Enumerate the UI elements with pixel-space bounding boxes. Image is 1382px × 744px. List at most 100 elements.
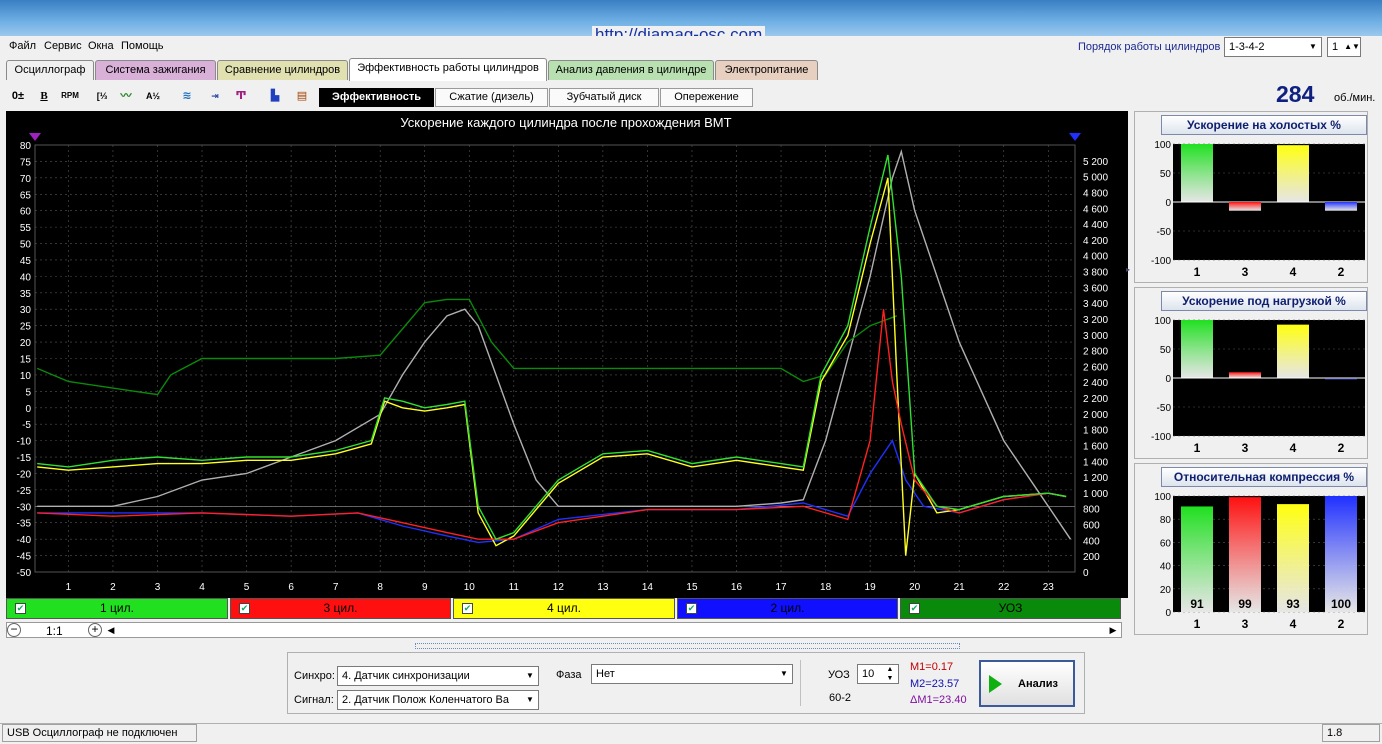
bar-category-label: 2: [1338, 265, 1345, 279]
scale-icon[interactable]: [⅓: [92, 86, 112, 106]
tab-oscilloscope[interactable]: Осциллограф: [6, 60, 94, 80]
acceleration-chart[interactable]: Ускорение каждого цилиндра после прохожд…: [6, 111, 1128, 598]
menu-file[interactable]: Файл: [9, 40, 36, 52]
rpm-icon[interactable]: RPM: [60, 86, 80, 106]
x-tick-label: 5: [244, 582, 250, 593]
tab-ignition[interactable]: Система зажигания: [95, 60, 216, 80]
zoom-in-icon[interactable]: +: [88, 623, 102, 637]
subtab-tooth-disk[interactable]: Зубчатый диск: [549, 88, 659, 107]
analyze-button[interactable]: Анализ: [979, 660, 1075, 707]
subtab-efficiency[interactable]: Эффективность: [319, 88, 434, 107]
y-tick-label: 100: [1154, 140, 1171, 151]
y2-tick-label: 800: [1083, 505, 1100, 516]
bar-cyl-3: [1229, 497, 1261, 612]
tab-pressure-analysis[interactable]: Анализ давления в цилиндре: [548, 60, 714, 80]
wave-icon[interactable]: 〰: [116, 86, 136, 106]
x-tick-label: 18: [820, 582, 832, 593]
bar-cyl-2: [1325, 378, 1357, 380]
y-tick-label: 25: [20, 322, 32, 333]
legend-cyl1[interactable]: ✔ 1 цил.: [6, 598, 228, 619]
x-tick-label: 2: [110, 582, 116, 593]
y-tick-label: -50: [1157, 403, 1172, 414]
firing-order-spinner[interactable]: 1 ▲▼: [1327, 37, 1361, 57]
y-tick-label: 60: [20, 207, 32, 218]
algorithm-icon[interactable]: A½: [143, 86, 163, 106]
menu-help[interactable]: Помощь: [121, 40, 164, 52]
load-acceleration-chart: 100 50 0 -50 -100 1 3 4 2: [1151, 316, 1365, 455]
scroll-left-icon[interactable]: ◀: [104, 623, 118, 637]
analyze-label: Анализ: [1018, 678, 1058, 690]
legend-cyl4[interactable]: ✔ 4 цил.: [453, 598, 675, 619]
y-tick-label: 55: [20, 223, 32, 234]
x-tick-label: 12: [553, 582, 565, 593]
play-icon: [989, 675, 1002, 693]
chart-svg: Ускорение каждого цилиндра после прохожд…: [17, 115, 1109, 593]
legend-uoz[interactable]: ✔ УОЗ: [900, 598, 1121, 619]
counter-icon[interactable]: ⇥: [205, 86, 225, 106]
y-tick-label: -40: [17, 535, 32, 546]
table-icon[interactable]: ▤: [292, 86, 312, 106]
x-tick-label: 23: [1043, 582, 1055, 593]
y-tick-label: 70: [20, 174, 32, 185]
menu-windows[interactable]: Окна: [88, 40, 114, 52]
tab-cylinder-compare[interactable]: Сравнение цилиндров: [217, 60, 348, 80]
y2-tick-label: 2 000: [1083, 410, 1108, 421]
sync-select[interactable]: 4. Датчик синхронизации ▼: [337, 666, 539, 686]
bar-category-label: 1: [1194, 265, 1201, 279]
firing-order-select[interactable]: 1-3-4-2 ▼: [1224, 37, 1322, 57]
zoom-level: 1:1: [46, 624, 63, 638]
bar-cyl-4: [1277, 145, 1309, 202]
bars-icon[interactable]: ▙: [265, 86, 285, 106]
y2-tick-label: 1 800: [1083, 426, 1108, 437]
y2-tick-label: 5 200: [1083, 157, 1108, 168]
legend-label: 4 цил.: [547, 601, 581, 615]
y-tick-label: 15: [20, 355, 32, 366]
zoom-out-icon[interactable]: −: [7, 623, 21, 637]
signal-select[interactable]: 2. Датчик Полож Коленчатого Ва ▼: [337, 690, 539, 710]
spinner-value: 1: [1332, 41, 1339, 53]
tab-cylinder-efficiency[interactable]: Эффективность работы цилиндров: [349, 58, 547, 81]
y-tick-label: -100: [1151, 432, 1171, 443]
compression-chart: 100 80 60 40 20 0 91 1 99 3 93 4 100 2: [1154, 492, 1365, 631]
uoz-spinner[interactable]: 10 ▲ ▼: [857, 664, 899, 684]
menu-service[interactable]: Сервис: [44, 40, 82, 52]
offset-icon[interactable]: 0±: [8, 86, 28, 106]
marker-m1: M1=0.17: [910, 661, 954, 673]
x-tick-label: 16: [731, 582, 743, 593]
subtab-compression[interactable]: Сжатие (дизель): [435, 88, 548, 107]
tab-label: Анализ давления в цилиндре: [555, 64, 707, 76]
sync-label: Синхро:: [294, 670, 335, 682]
bold-icon[interactable]: B: [34, 86, 54, 106]
marker-m2: M2=23.57: [910, 678, 960, 690]
y-tick-label: 0: [1165, 198, 1171, 209]
horizontal-scrollbar[interactable]: [6, 622, 1122, 638]
y-tick-label: 40: [20, 272, 32, 283]
y-tick-label: -30: [17, 502, 32, 513]
splitter-handle[interactable]: ▸: [1126, 265, 1132, 285]
y-tick-label: -5: [22, 420, 31, 431]
subtab-advance[interactable]: Опережение: [660, 88, 753, 107]
bar-cyl-3: [1229, 372, 1261, 378]
y2-tick-label: 4 600: [1083, 204, 1108, 215]
bar-value-label: 93: [1286, 597, 1300, 611]
y-tick-label: 80: [20, 141, 32, 152]
filter-icon[interactable]: ≋: [177, 86, 197, 106]
scroll-right-icon[interactable]: ▶: [1106, 623, 1120, 637]
sync-value: 4. Датчик синхронизации: [342, 670, 470, 682]
marker-icon[interactable]: Ͳ: [231, 86, 251, 106]
y-tick-label: 50: [1160, 345, 1172, 356]
panel-splitter[interactable]: [415, 643, 960, 649]
subtab-label: Зубчатый диск: [566, 91, 642, 103]
y-tick-label: -50: [17, 568, 32, 579]
subtab-label: Опережение: [674, 91, 739, 103]
bar-value-label: 91: [1190, 597, 1204, 611]
status-connection: USB Осциллограф не подключен: [2, 724, 197, 742]
bar-category-label: 4: [1290, 265, 1297, 279]
phase-select[interactable]: Нет ▼: [591, 664, 793, 684]
legend-cyl3[interactable]: ✔ 3 цил.: [230, 598, 451, 619]
y2-tick-label: 1 400: [1083, 457, 1108, 468]
y2-tick-label: 600: [1083, 521, 1100, 532]
y-tick-label: 50: [20, 240, 32, 251]
legend-cyl2[interactable]: ✔ 2 цил.: [677, 598, 898, 619]
tab-power[interactable]: Электропитание: [715, 60, 818, 80]
